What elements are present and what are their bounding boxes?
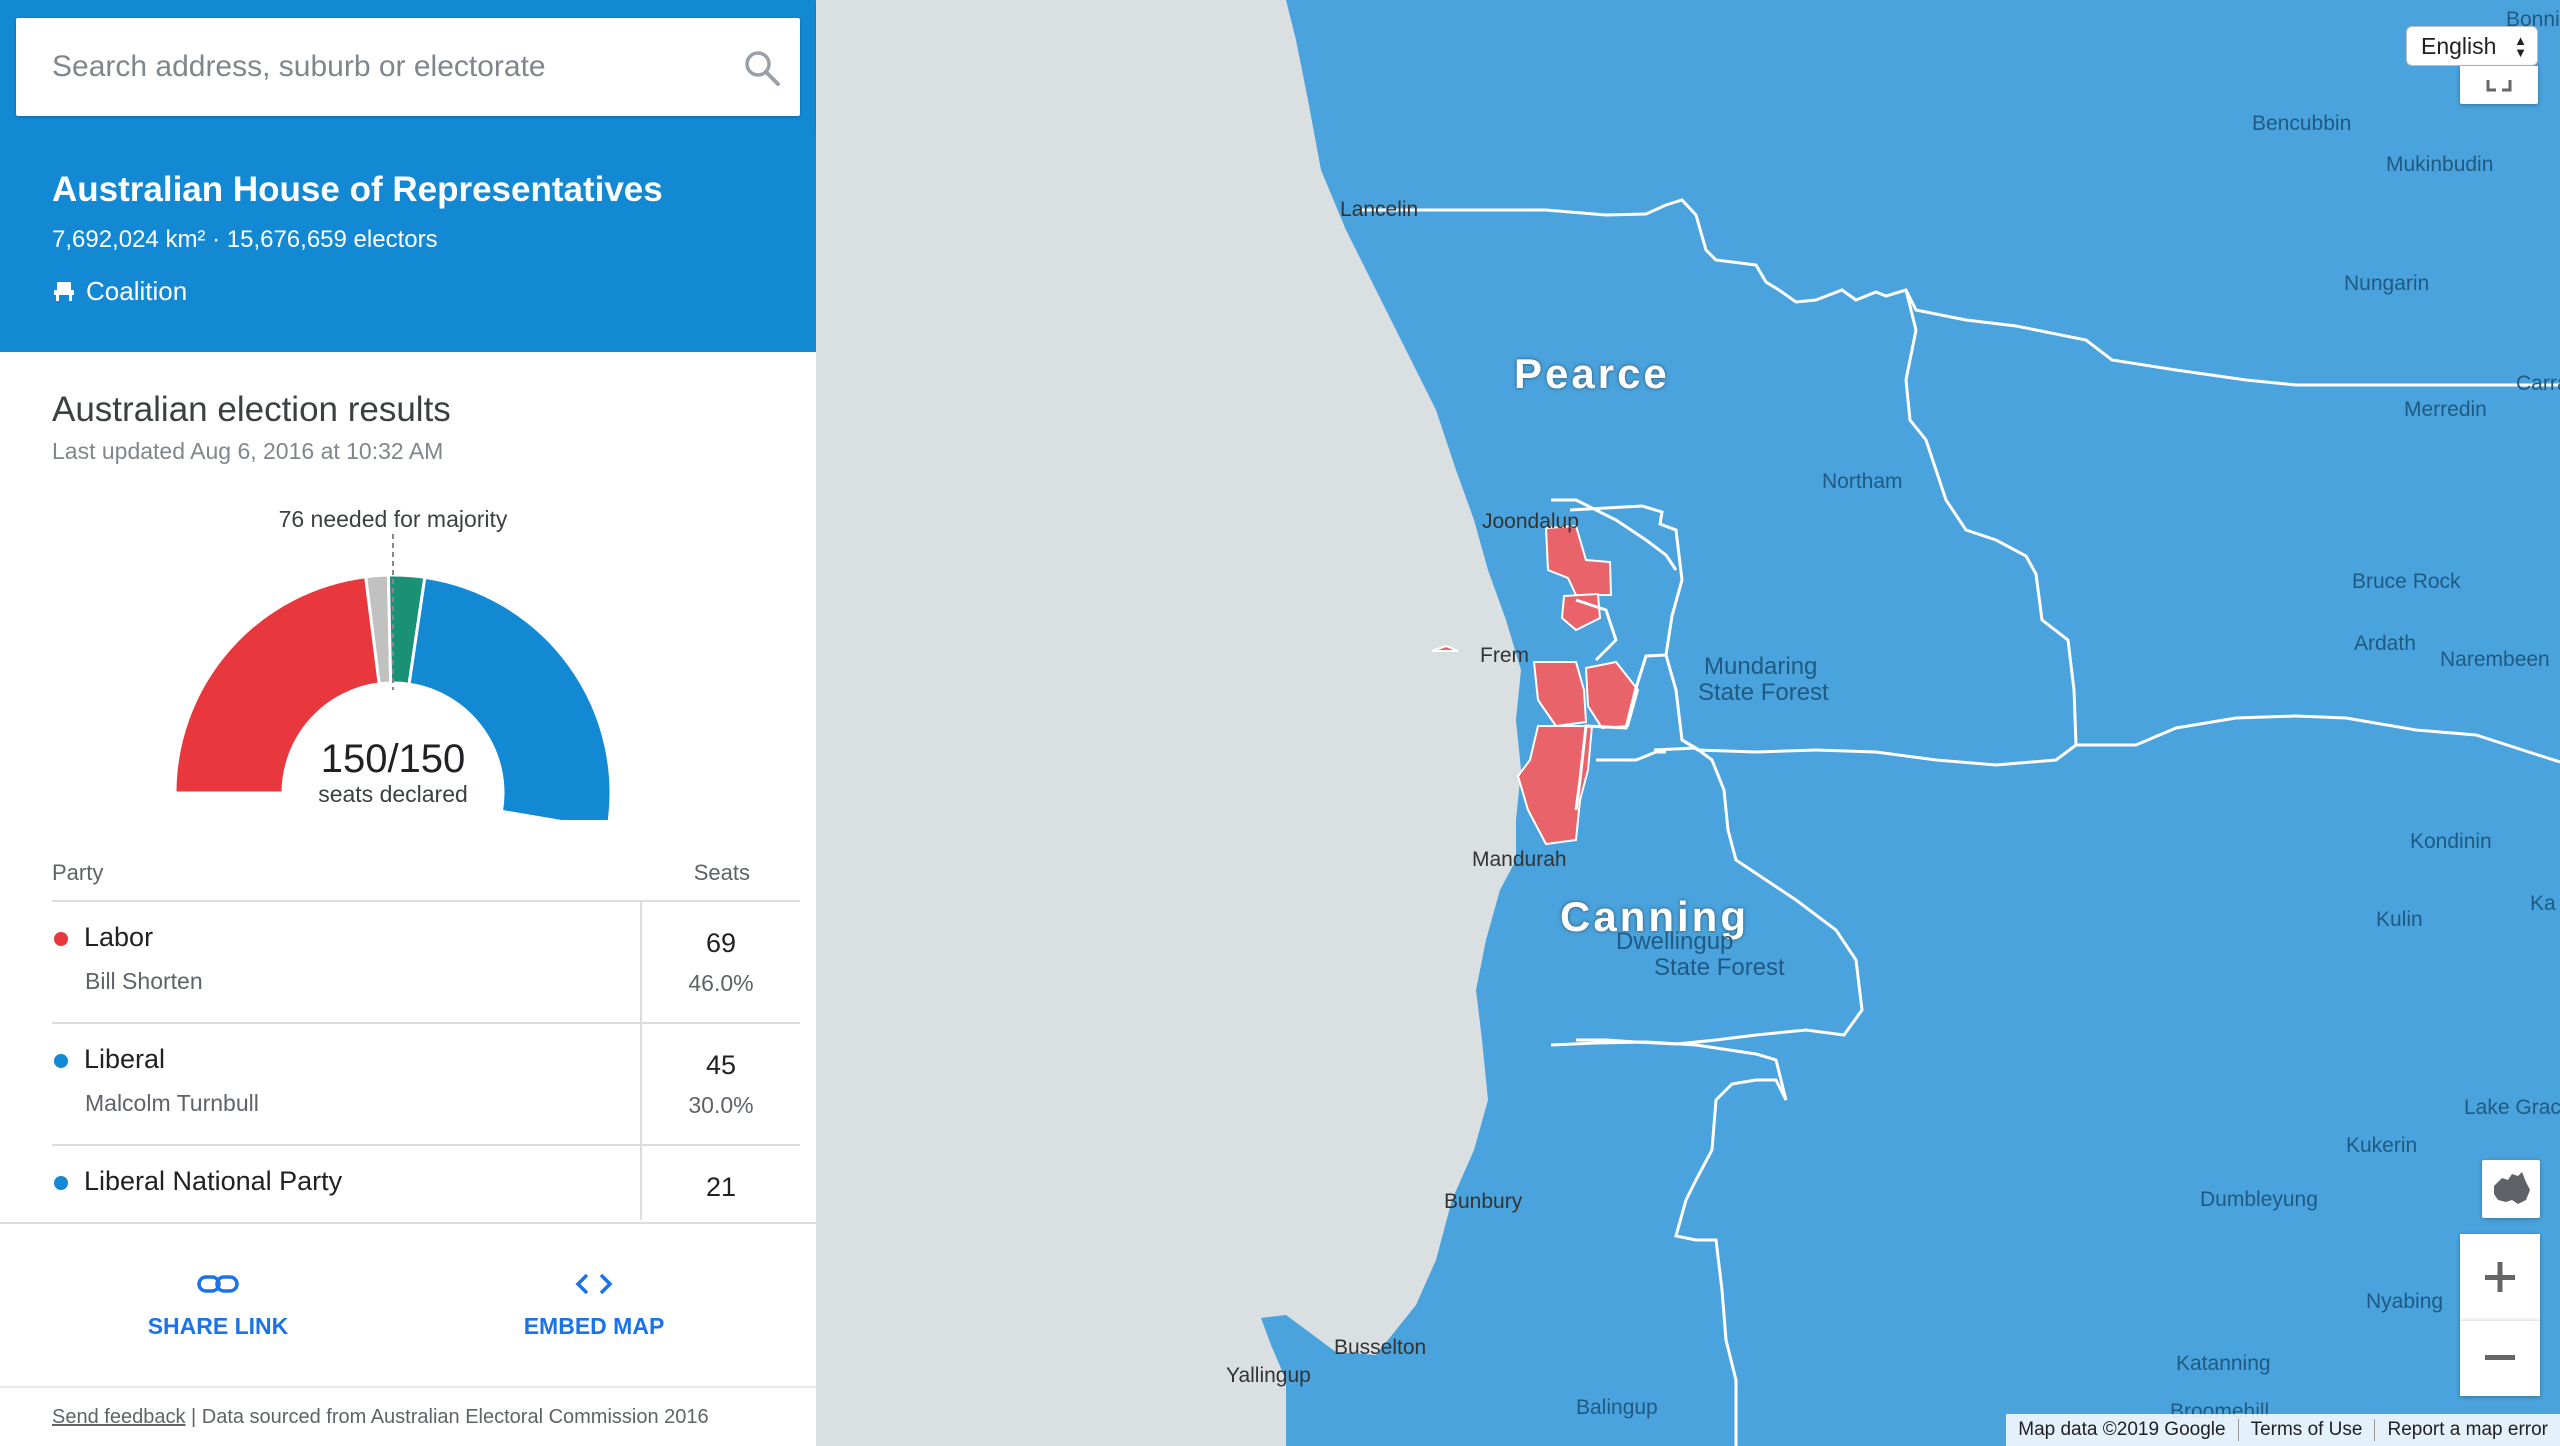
report-map-error-link[interactable]: Report a map error: [2374, 1419, 2560, 1441]
action-bar: SHARE LINK EMBED MAP: [0, 1222, 816, 1386]
party-name: Liberal: [84, 1044, 166, 1074]
plus-icon: [2485, 1262, 2515, 1292]
select-arrows-icon: ▲ ▼: [2514, 33, 2527, 60]
last-updated: Last updated Aug 6, 2016 at 10:32 AM: [52, 438, 444, 464]
seats-cell: 45 30.0%: [640, 1024, 800, 1144]
town-katanning: Katanning: [2176, 1352, 2271, 1375]
rottnest-island: [1431, 644, 1459, 652]
town-mundaring-forest: State Forest: [1698, 679, 1829, 706]
majority-annotation: 76 needed for majority: [279, 506, 508, 532]
search-box[interactable]: [16, 18, 800, 116]
reset-to-australia-button[interactable]: [2482, 1160, 2540, 1218]
town-kulin: Kulin: [2376, 908, 2423, 931]
party-color-dot: [54, 1176, 68, 1190]
party-column-header: Party: [52, 860, 104, 885]
map-attribution: Map data ©2019 Google Terms of Use Repor…: [2006, 1414, 2560, 1446]
party-color-dot: [54, 932, 68, 946]
australia-icon: [2494, 1172, 2530, 1204]
language-value: English: [2421, 33, 2497, 59]
language-select[interactable]: English ▲ ▼: [2406, 26, 2538, 66]
town-merredin: Merredin: [2404, 398, 2487, 421]
table-header: Party Seats: [52, 848, 800, 902]
search-input[interactable]: [52, 18, 712, 116]
town-bencubbin: Bencubbin: [2252, 112, 2352, 135]
share-link-button[interactable]: SHARE LINK: [88, 1270, 348, 1340]
seats-declared-value: 150/150: [321, 737, 466, 781]
send-feedback-link[interactable]: Send feedback: [52, 1406, 185, 1428]
town-nungarin: Nungarin: [2344, 272, 2430, 295]
terms-of-use-link[interactable]: Terms of Use: [2237, 1419, 2375, 1441]
town-busselton: Busselton: [1334, 1336, 1427, 1359]
house-header: Australian House of Representatives 7,69…: [0, 130, 816, 352]
search-bar: [0, 0, 816, 130]
table-row[interactable]: Liberal Malcolm Turnbull 45 30.0%: [52, 1024, 800, 1146]
share-link-label: SHARE LINK: [147, 1313, 289, 1339]
town-bruce-rock: Bruce Rock: [2352, 570, 2461, 593]
house-title: Australian House of Representatives: [52, 170, 663, 209]
electorate-map[interactable]: Pearce Canning Lancelin Bencubbin Mukinb…: [816, 0, 2560, 1446]
town-nyabing: Nyabing: [2366, 1290, 2444, 1313]
party-leader: Bill Shorten: [85, 968, 203, 994]
party-color-dot: [54, 1054, 68, 1068]
town-lancelin: Lancelin: [1340, 198, 1419, 221]
zoom-out-button[interactable]: [2460, 1320, 2540, 1396]
table-row[interactable]: Liberal National Party 21: [52, 1146, 800, 1220]
town-dwellingup-forest: State Forest: [1654, 954, 1785, 981]
minus-icon: [2485, 1355, 2515, 1360]
embed-map-label: EMBED MAP: [523, 1313, 665, 1339]
town-dumbleyung: Dumbleyung: [2200, 1188, 2318, 1211]
seats-cell: 69 46.0%: [640, 902, 800, 1022]
table-row[interactable]: Labor Bill Shorten 69 46.0%: [52, 902, 800, 1024]
code-icon: [575, 1273, 613, 1295]
chair-icon: [54, 282, 74, 301]
seat-percentage: 30.0%: [688, 1092, 754, 1118]
seat-count: 21: [705, 1172, 737, 1202]
zoom-in-button[interactable]: [2460, 1234, 2540, 1320]
party-name: Liberal National Party: [84, 1166, 343, 1196]
map-data-credit: Map data ©2019 Google: [2018, 1419, 2226, 1440]
seats-column-header: Seats: [693, 860, 750, 885]
town-narembeen: Narembeen: [2440, 648, 2550, 671]
party-name: Labor: [84, 922, 154, 952]
town-bunbury: Bunbury: [1444, 1190, 1523, 1213]
winning-party-label: Coalition: [86, 275, 188, 306]
data-source-text: | Data sourced from Australian Electoral…: [185, 1406, 709, 1428]
fullscreen-button[interactable]: [2460, 66, 2538, 104]
town-kukerin: Kukerin: [2346, 1134, 2418, 1157]
town-fremantle: Frem: [1480, 644, 1529, 667]
seat-count: 45: [705, 1050, 737, 1080]
results-table: Party Seats Labor Bill Shorten 69 46.0% Libe…: [52, 848, 800, 1220]
town-kondinin: Kondinin: [2410, 830, 2492, 853]
town-lake-grace: Lake Grac: [2464, 1096, 2560, 1119]
town-ardath: Ardath: [2354, 632, 2416, 655]
town-carra: Carra: [2516, 372, 2560, 395]
map-canvas[interactable]: [816, 0, 2560, 1446]
party-leader: Malcolm Turnbull: [85, 1090, 259, 1116]
land-area: [1261, 0, 2560, 1446]
footer: Send feedback | Data sourced from Austra…: [0, 1386, 816, 1446]
town-mandurah: Mandurah: [1472, 848, 1567, 871]
house-stats: 7,692,024 km² · 15,676,659 electors: [52, 226, 438, 253]
electorate-label-pearce: Pearce: [1514, 350, 1670, 397]
seats-cell: 21: [640, 1146, 800, 1220]
town-ka: Ka: [2530, 892, 2556, 915]
seat-count: 69: [705, 928, 737, 958]
town-yallingup: Yallingup: [1226, 1364, 1311, 1387]
embed-map-button[interactable]: EMBED MAP: [464, 1270, 724, 1340]
town-dwellingup: Dwellingup: [1616, 928, 1734, 955]
town-balingup: Balingup: [1576, 1396, 1658, 1419]
search-icon[interactable]: [742, 48, 782, 88]
fullscreen-icon: [2486, 80, 2512, 92]
seat-percentage: 46.0%: [688, 970, 754, 996]
town-joondalup: Joondalup: [1482, 510, 1579, 533]
results-title: Australian election results: [52, 390, 451, 429]
town-northam: Northam: [1822, 470, 1903, 493]
results-sidebar: Australian House of Representatives 7,69…: [0, 0, 816, 1446]
seat-chart: 76 needed for majority 150/150 seats dec…: [173, 506, 613, 820]
link-icon: [197, 1275, 239, 1293]
town-mukinbudin: Mukinbudin: [2386, 153, 2494, 176]
town-mundaring: Mundaring: [1704, 653, 1818, 680]
winning-party: Coalition: [52, 274, 187, 308]
seats-declared-label: seats declared: [318, 781, 468, 807]
